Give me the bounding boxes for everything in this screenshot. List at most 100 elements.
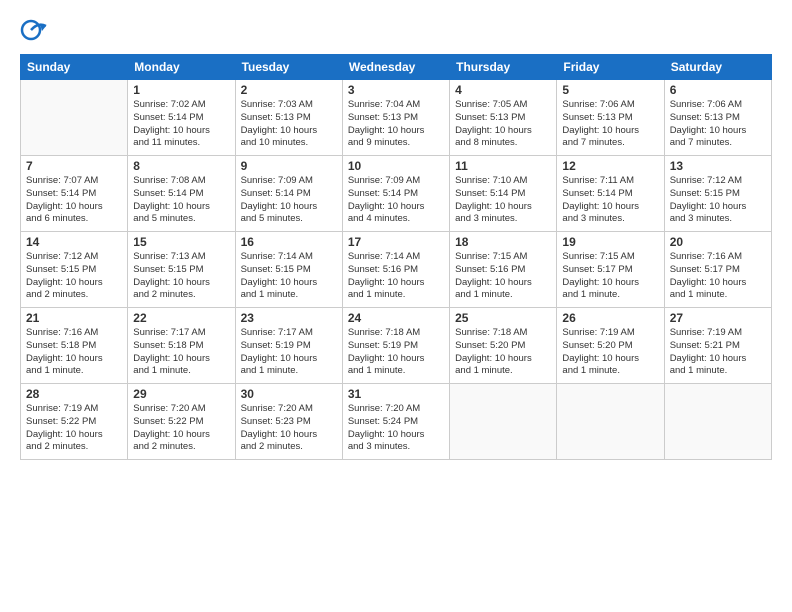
day-info: Sunrise: 7:11 AM Sunset: 5:14 PM Dayligh… xyxy=(562,175,658,226)
day-number: 10 xyxy=(348,159,444,173)
day-info: Sunrise: 7:07 AM Sunset: 5:14 PM Dayligh… xyxy=(26,175,122,226)
day-info: Sunrise: 7:10 AM Sunset: 5:14 PM Dayligh… xyxy=(455,175,551,226)
day-number: 20 xyxy=(670,235,766,249)
day-number: 4 xyxy=(455,83,551,97)
day-number: 8 xyxy=(133,159,229,173)
calendar-cell: 12Sunrise: 7:11 AM Sunset: 5:14 PM Dayli… xyxy=(557,156,664,232)
week-row-0: 1 Sunrise: 7:02 AM Sunset: 5:14 PM Daylig… xyxy=(21,80,772,156)
weekday-header-friday: Friday xyxy=(557,55,664,80)
day-info: Sunrise: 7:17 AM Sunset: 5:19 PM Dayligh… xyxy=(241,327,337,378)
calendar-cell: 8 Sunrise: 7:08 AM Sunset: 5:14 PM Daylig… xyxy=(128,156,235,232)
day-info: Sunrise: 7:04 AM Sunset: 5:13 PM Dayligh… xyxy=(348,99,444,150)
day-info: Sunrise: 7:03 AM Sunset: 5:13 PM Dayligh… xyxy=(241,99,337,150)
calendar-cell: 27 Sunrise: 7:19 AM Sunset: 5:21 PM Dayli… xyxy=(664,308,771,384)
day-number: 29 xyxy=(133,387,229,401)
day-info: Sunrise: 7:08 AM Sunset: 5:14 PM Dayligh… xyxy=(133,175,229,226)
weekday-header-thursday: Thursday xyxy=(450,55,557,80)
calendar-cell: 22Sunrise: 7:17 AM Sunset: 5:18 PM Dayli… xyxy=(128,308,235,384)
day-number: 24 xyxy=(348,311,444,325)
calendar-cell: 30Sunrise: 7:20 AM Sunset: 5:23 PM Dayli… xyxy=(235,384,342,460)
day-info: Sunrise: 7:12 AM Sunset: 5:15 PM Dayligh… xyxy=(670,175,766,226)
week-row-2: 14 Sunrise: 7:12 AM Sunset: 5:15 PM Dayli… xyxy=(21,232,772,308)
weekday-header-row: SundayMondayTuesdayWednesdayThursdayFrid… xyxy=(21,55,772,80)
day-number: 1 xyxy=(133,83,229,97)
day-info: Sunrise: 7:02 AM Sunset: 5:14 PM Dayligh… xyxy=(133,99,229,150)
day-info: Sunrise: 7:06 AM Sunset: 5:13 PM Dayligh… xyxy=(670,99,766,150)
day-number: 21 xyxy=(26,311,122,325)
day-number: 16 xyxy=(241,235,337,249)
day-number: 18 xyxy=(455,235,551,249)
day-number: 27 xyxy=(670,311,766,325)
week-row-4: 28 Sunrise: 7:19 AM Sunset: 5:22 PM Dayli… xyxy=(21,384,772,460)
day-info: Sunrise: 7:05 AM Sunset: 5:13 PM Dayligh… xyxy=(455,99,551,150)
day-info: Sunrise: 7:09 AM Sunset: 5:14 PM Dayligh… xyxy=(241,175,337,226)
day-info: Sunrise: 7:14 AM Sunset: 5:16 PM Dayligh… xyxy=(348,251,444,302)
calendar-cell xyxy=(664,384,771,460)
calendar-cell: 25Sunrise: 7:18 AM Sunset: 5:20 PM Dayli… xyxy=(450,308,557,384)
day-number: 23 xyxy=(241,311,337,325)
calendar-cell: 1 Sunrise: 7:02 AM Sunset: 5:14 PM Daylig… xyxy=(128,80,235,156)
calendar-cell: 14 Sunrise: 7:12 AM Sunset: 5:15 PM Dayli… xyxy=(21,232,128,308)
calendar-cell xyxy=(557,384,664,460)
day-info: Sunrise: 7:19 AM Sunset: 5:21 PM Dayligh… xyxy=(670,327,766,378)
day-info: Sunrise: 7:15 AM Sunset: 5:17 PM Dayligh… xyxy=(562,251,658,302)
day-number: 28 xyxy=(26,387,122,401)
weekday-header-sunday: Sunday xyxy=(21,55,128,80)
day-info: Sunrise: 7:14 AM Sunset: 5:15 PM Dayligh… xyxy=(241,251,337,302)
header xyxy=(20,16,772,44)
calendar-cell xyxy=(450,384,557,460)
day-number: 15 xyxy=(133,235,229,249)
day-info: Sunrise: 7:13 AM Sunset: 5:15 PM Dayligh… xyxy=(133,251,229,302)
calendar-cell: 18 Sunrise: 7:15 AM Sunset: 5:16 PM Dayli… xyxy=(450,232,557,308)
day-number: 9 xyxy=(241,159,337,173)
calendar-cell: 29 Sunrise: 7:20 AM Sunset: 5:22 PM Dayli… xyxy=(128,384,235,460)
day-info: Sunrise: 7:16 AM Sunset: 5:18 PM Dayligh… xyxy=(26,327,122,378)
day-number: 25 xyxy=(455,311,551,325)
day-info: Sunrise: 7:19 AM Sunset: 5:20 PM Dayligh… xyxy=(562,327,658,378)
day-number: 26 xyxy=(562,311,658,325)
day-number: 2 xyxy=(241,83,337,97)
day-info: Sunrise: 7:17 AM Sunset: 5:18 PM Dayligh… xyxy=(133,327,229,378)
day-number: 7 xyxy=(26,159,122,173)
logo-icon xyxy=(20,16,48,44)
calendar-cell: 15 Sunrise: 7:13 AM Sunset: 5:15 PM Dayli… xyxy=(128,232,235,308)
day-info: Sunrise: 7:19 AM Sunset: 5:22 PM Dayligh… xyxy=(26,403,122,454)
week-row-1: 7 Sunrise: 7:07 AM Sunset: 5:14 PM Daylig… xyxy=(21,156,772,232)
day-number: 31 xyxy=(348,387,444,401)
calendar-cell: 28 Sunrise: 7:19 AM Sunset: 5:22 PM Dayli… xyxy=(21,384,128,460)
day-info: Sunrise: 7:15 AM Sunset: 5:16 PM Dayligh… xyxy=(455,251,551,302)
day-info: Sunrise: 7:20 AM Sunset: 5:23 PM Dayligh… xyxy=(241,403,337,454)
day-info: Sunrise: 7:06 AM Sunset: 5:13 PM Dayligh… xyxy=(562,99,658,150)
day-number: 14 xyxy=(26,235,122,249)
day-number: 3 xyxy=(348,83,444,97)
calendar: SundayMondayTuesdayWednesdayThursdayFrid… xyxy=(20,54,772,460)
day-info: Sunrise: 7:16 AM Sunset: 5:17 PM Dayligh… xyxy=(670,251,766,302)
calendar-cell: 17 Sunrise: 7:14 AM Sunset: 5:16 PM Dayli… xyxy=(342,232,449,308)
day-number: 5 xyxy=(562,83,658,97)
day-info: Sunrise: 7:20 AM Sunset: 5:24 PM Dayligh… xyxy=(348,403,444,454)
calendar-cell: 5 Sunrise: 7:06 AM Sunset: 5:13 PM Daylig… xyxy=(557,80,664,156)
logo xyxy=(20,16,52,44)
page: SundayMondayTuesdayWednesdayThursdayFrid… xyxy=(0,0,792,612)
weekday-header-wednesday: Wednesday xyxy=(342,55,449,80)
calendar-cell: 24Sunrise: 7:18 AM Sunset: 5:19 PM Dayli… xyxy=(342,308,449,384)
calendar-cell: 3 Sunrise: 7:04 AM Sunset: 5:13 PM Daylig… xyxy=(342,80,449,156)
day-info: Sunrise: 7:12 AM Sunset: 5:15 PM Dayligh… xyxy=(26,251,122,302)
calendar-cell xyxy=(21,80,128,156)
day-number: 17 xyxy=(348,235,444,249)
calendar-cell: 13Sunrise: 7:12 AM Sunset: 5:15 PM Dayli… xyxy=(664,156,771,232)
calendar-cell: 31 Sunrise: 7:20 AM Sunset: 5:24 PM Dayli… xyxy=(342,384,449,460)
day-number: 6 xyxy=(670,83,766,97)
weekday-header-monday: Monday xyxy=(128,55,235,80)
calendar-cell: 9 Sunrise: 7:09 AM Sunset: 5:14 PM Daylig… xyxy=(235,156,342,232)
week-row-3: 21 Sunrise: 7:16 AM Sunset: 5:18 PM Dayli… xyxy=(21,308,772,384)
day-number: 19 xyxy=(562,235,658,249)
calendar-cell: 11 Sunrise: 7:10 AM Sunset: 5:14 PM Dayli… xyxy=(450,156,557,232)
weekday-header-tuesday: Tuesday xyxy=(235,55,342,80)
calendar-cell: 7 Sunrise: 7:07 AM Sunset: 5:14 PM Daylig… xyxy=(21,156,128,232)
day-info: Sunrise: 7:09 AM Sunset: 5:14 PM Dayligh… xyxy=(348,175,444,226)
calendar-cell: 23 Sunrise: 7:17 AM Sunset: 5:19 PM Dayli… xyxy=(235,308,342,384)
day-info: Sunrise: 7:20 AM Sunset: 5:22 PM Dayligh… xyxy=(133,403,229,454)
day-number: 11 xyxy=(455,159,551,173)
calendar-cell: 19 Sunrise: 7:15 AM Sunset: 5:17 PM Dayli… xyxy=(557,232,664,308)
